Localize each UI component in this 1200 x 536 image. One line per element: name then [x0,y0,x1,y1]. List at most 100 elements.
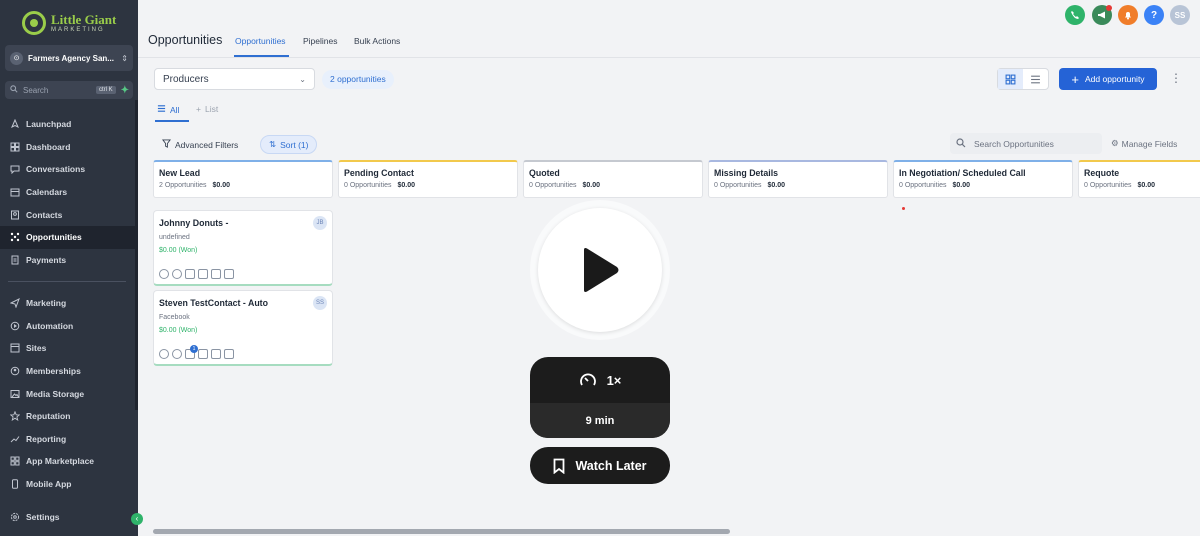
search-opportunities-placeholder: Search Opportunities [974,138,1054,149]
playback-speed-button[interactable]: 1× [530,357,670,403]
pipeline-select[interactable]: Producers ⌄ [154,68,315,90]
column-meta: 0 Opportunities $0.00 [899,182,1067,189]
tag-icon[interactable]: 1 [185,345,198,359]
play-button[interactable] [538,208,662,332]
column-requote[interactable]: Requote 0 Opportunities $0.00 [1078,160,1200,198]
sidebar-item-media-storage[interactable]: Media Storage [0,382,138,405]
list-view-icon[interactable] [1023,69,1048,89]
column-pending-contact[interactable]: Pending Contact 0 Opportunities $0.00 [338,160,518,198]
sidebar-item-mobile-app[interactable]: Mobile App [0,473,138,496]
sidebar-item-conversations[interactable]: Conversations [0,158,138,181]
quick-add-icon[interactable]: ✦ [121,85,129,96]
watch-later-label: Watch Later [575,458,647,473]
sidebar-item-launchpad[interactable]: Launchpad [0,113,138,136]
memberships-icon [9,366,20,377]
horizontal-scrollbar[interactable] [153,529,730,534]
sidebar-item-label: App Marketplace [26,456,95,467]
notes-icon[interactable] [198,349,208,359]
tab-opportunities[interactable]: Opportunities [235,36,286,46]
sidebar-divider [8,281,126,282]
subtab-list-label: List [204,104,219,114]
column-quoted[interactable]: Quoted 0 Opportunities $0.00 [523,160,703,198]
account-switcher[interactable]: ⊙ Farmers Agency San... ⇕ [5,45,133,71]
avatar[interactable]: SS [313,296,327,310]
sidebar-item-marketing[interactable]: Marketing [0,292,138,315]
avatar[interactable]: SS [1170,5,1190,25]
column-meta: 0 Opportunities $0.00 [1084,182,1200,189]
sidebar-item-dashboard[interactable]: Dashboard [0,136,138,159]
help-icon[interactable]: ? [1144,5,1164,25]
opportunity-card[interactable]: Steven TestContact - Auto Facebook $0.00… [153,290,333,366]
subtab-add-list[interactable]: + List [196,104,218,114]
column-title: Requote [1084,168,1120,178]
sidebar-item-reputation[interactable]: Reputation [0,405,138,428]
sidebar-item-sites[interactable]: Sites [0,337,138,360]
task-icon[interactable] [211,349,221,359]
search-opportunities-input[interactable]: Search Opportunities [950,133,1102,154]
sidebar-item-memberships[interactable]: Memberships [0,360,138,383]
phone-icon[interactable] [1065,5,1085,25]
tab-pipelines[interactable]: Pipelines [303,36,338,46]
sort-button[interactable]: ⇅ Sort (1) [260,135,318,154]
watch-later-button[interactable]: Watch Later [530,447,670,484]
call-icon[interactable] [159,269,169,279]
sidebar-item-opportunities[interactable]: Opportunities [0,225,138,249]
sidebar-item-payments[interactable]: Payments [0,249,138,272]
tag-icon[interactable] [185,269,195,279]
sidebar-item-label: Media Storage [26,388,85,399]
view-toggle [997,68,1049,90]
sidebar-item-label: Dashboard [26,141,71,152]
column-value: $0.00 [1137,182,1156,189]
add-opportunity-button[interactable]: + Add opportunity [1059,68,1157,90]
sidebar-item-label: Launchpad [26,119,72,130]
sidebar-item-contacts[interactable]: Contacts [0,203,138,226]
video-duration: 9 min [530,403,670,438]
opportunity-card[interactable]: Johnny Donuts - undefined $0.00 (Won) JB [153,210,333,286]
message-icon[interactable] [172,269,182,279]
appointment-icon[interactable] [224,349,234,359]
appointment-icon[interactable] [224,269,234,279]
call-icon[interactable] [159,349,169,359]
card-value: $0.00 (Won) [159,327,198,334]
notification-dot [1106,5,1112,11]
notes-icon[interactable] [198,269,208,279]
bell-icon[interactable] [1118,5,1138,25]
column-new-lead[interactable]: New Lead 2 Opportunities $0.00 [153,160,333,198]
sidebar-item-label: Contacts [26,209,63,220]
column-count: 0 Opportunities [714,182,762,189]
column-in-negotiation[interactable]: In Negotiation/ Scheduled Call 0 Opportu… [893,160,1073,198]
column-title: New Lead [159,168,201,178]
sidebar-search[interactable]: Search ctrl K ✦ [5,81,133,99]
sidebar-item-reporting[interactable]: Reporting [0,428,138,451]
sidebar-item-calendars[interactable]: Calendars [0,181,138,204]
sidebar-search-placeholder: Search [23,85,49,95]
sidebar-item-label: Calendars [26,187,68,198]
avatar[interactable]: JB [313,216,327,230]
sidebar-item-settings[interactable]: Settings [0,506,138,529]
sidebar-scrollbar[interactable] [135,100,138,410]
subtab-all[interactable]: All [157,104,179,115]
sidebar-item-app-marketplace[interactable]: App Marketplace [0,450,138,473]
advanced-filters-button[interactable]: Advanced Filters [156,135,244,154]
search-shortcut: ctrl K [95,86,116,94]
megaphone-icon[interactable] [1092,5,1112,25]
tab-bulk-actions[interactable]: Bulk Actions [354,36,400,46]
card-contact-name: Steven TestContact - Auto [159,298,268,308]
sidebar: Little Giant MARKETING ⊙ Farmers Agency … [0,0,138,536]
message-icon[interactable] [172,349,182,359]
playback-speed-value: 1× [606,372,622,388]
card-actions [159,269,234,279]
column-value: $0.00 [767,182,786,189]
column-title: Pending Contact [344,168,414,178]
brand-logo[interactable]: Little Giant MARKETING [22,8,122,38]
page-title: Opportunities [148,33,223,47]
sidebar-item-automation[interactable]: Automation [0,315,138,338]
account-name: Farmers Agency San... [28,53,114,63]
manage-fields-button[interactable]: ⚙ Manage Fields [1111,138,1177,149]
task-icon[interactable] [211,269,221,279]
more-options-icon[interactable]: ⋮ [1170,71,1182,85]
card-actions: 1 [159,345,234,359]
collapse-sidebar-button[interactable]: ‹ [131,513,143,525]
board-view-icon[interactable] [998,69,1023,89]
column-missing-details[interactable]: Missing Details 0 Opportunities $0.00 [708,160,888,198]
